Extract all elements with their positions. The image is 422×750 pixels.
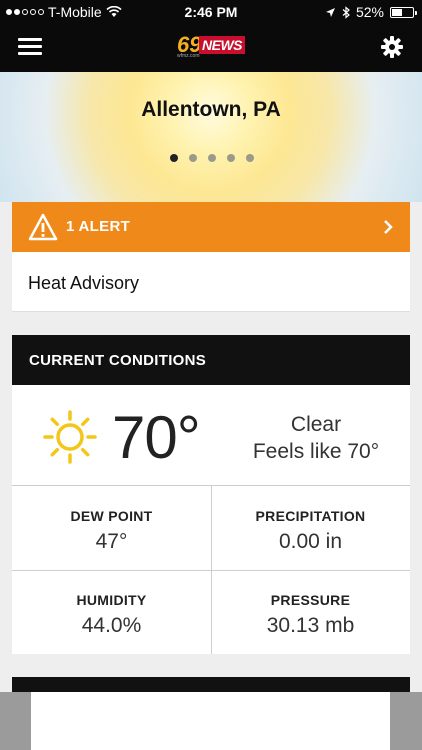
page-dot[interactable] bbox=[170, 154, 178, 162]
battery-icon bbox=[390, 6, 417, 18]
top-bar: T-Mobile 2:46 PM 52% 69 NEWS wfmz.com bbox=[0, 0, 422, 72]
dew-point-cell: DEW POINT 47° bbox=[12, 486, 211, 570]
detail-value: 44.0% bbox=[81, 614, 142, 637]
page-dot[interactable] bbox=[246, 154, 254, 162]
page-dot[interactable] bbox=[208, 154, 216, 162]
pressure-cell: PRESSURE 30.13 mb bbox=[211, 570, 410, 654]
grid-divider bbox=[12, 570, 410, 571]
status-bar: T-Mobile 2:46 PM 52% bbox=[0, 0, 422, 24]
chevron-right-icon bbox=[384, 220, 393, 234]
feels-like: Feels like 70° bbox=[252, 440, 380, 463]
precipitation-cell: PRECIPITATION 0.00 in bbox=[211, 486, 410, 570]
section-title: CURRENT CONDITIONS bbox=[29, 352, 207, 369]
detail-value: 30.13 mb bbox=[266, 614, 355, 637]
current-conditions-summary: 70° Clear Feels like 70° bbox=[12, 385, 410, 486]
battery-fill bbox=[392, 8, 402, 16]
station-logo[interactable]: 69 NEWS wfmz.com bbox=[177, 32, 245, 59]
page-indicator[interactable] bbox=[170, 154, 254, 162]
conditions-grid: DEW POINT 47° PRECIPITATION 0.00 in HUMI… bbox=[12, 486, 410, 654]
detail-label: PRESSURE bbox=[270, 592, 351, 608]
sun-icon bbox=[43, 410, 97, 464]
status-right: 52% bbox=[325, 4, 417, 20]
detail-value: 47° bbox=[95, 530, 128, 553]
detail-label: DEW POINT bbox=[70, 508, 153, 524]
current-conditions-header: CURRENT CONDITIONS bbox=[12, 335, 410, 385]
detail-label: PRECIPITATION bbox=[255, 508, 366, 524]
detail-label: HUMIDITY bbox=[76, 592, 147, 608]
page-dot[interactable] bbox=[227, 154, 235, 162]
condition-description: Clear bbox=[290, 413, 342, 436]
alert-banner[interactable]: 1 ALERT bbox=[12, 202, 410, 252]
ad-content[interactable] bbox=[31, 692, 390, 750]
ad-banner[interactable] bbox=[0, 692, 422, 750]
detail-value: 0.00 in bbox=[278, 530, 343, 553]
battery-percent: 52% bbox=[355, 4, 384, 20]
logo-word: NEWS bbox=[199, 36, 245, 54]
alert-count-label: 1 ALERT bbox=[66, 218, 131, 235]
location-hero[interactable]: Allentown, PA bbox=[0, 72, 422, 202]
gear-icon[interactable] bbox=[380, 35, 404, 59]
humidity-cell: HUMIDITY 44.0% bbox=[12, 570, 211, 654]
location-arrow-icon bbox=[325, 7, 335, 17]
logo-sub: wfmz.com bbox=[177, 53, 200, 59]
list-icon[interactable] bbox=[18, 38, 42, 56]
city-name: Allentown, PA bbox=[141, 98, 281, 121]
temperature: 70° bbox=[112, 404, 201, 471]
alert-title: Heat Advisory bbox=[28, 273, 140, 293]
page-dot[interactable] bbox=[189, 154, 197, 162]
bluetooth-icon bbox=[342, 5, 350, 19]
condition-text: Clear Feels like 70° bbox=[232, 411, 400, 465]
alert-item[interactable]: Heat Advisory bbox=[12, 252, 410, 312]
warning-icon bbox=[28, 213, 58, 241]
